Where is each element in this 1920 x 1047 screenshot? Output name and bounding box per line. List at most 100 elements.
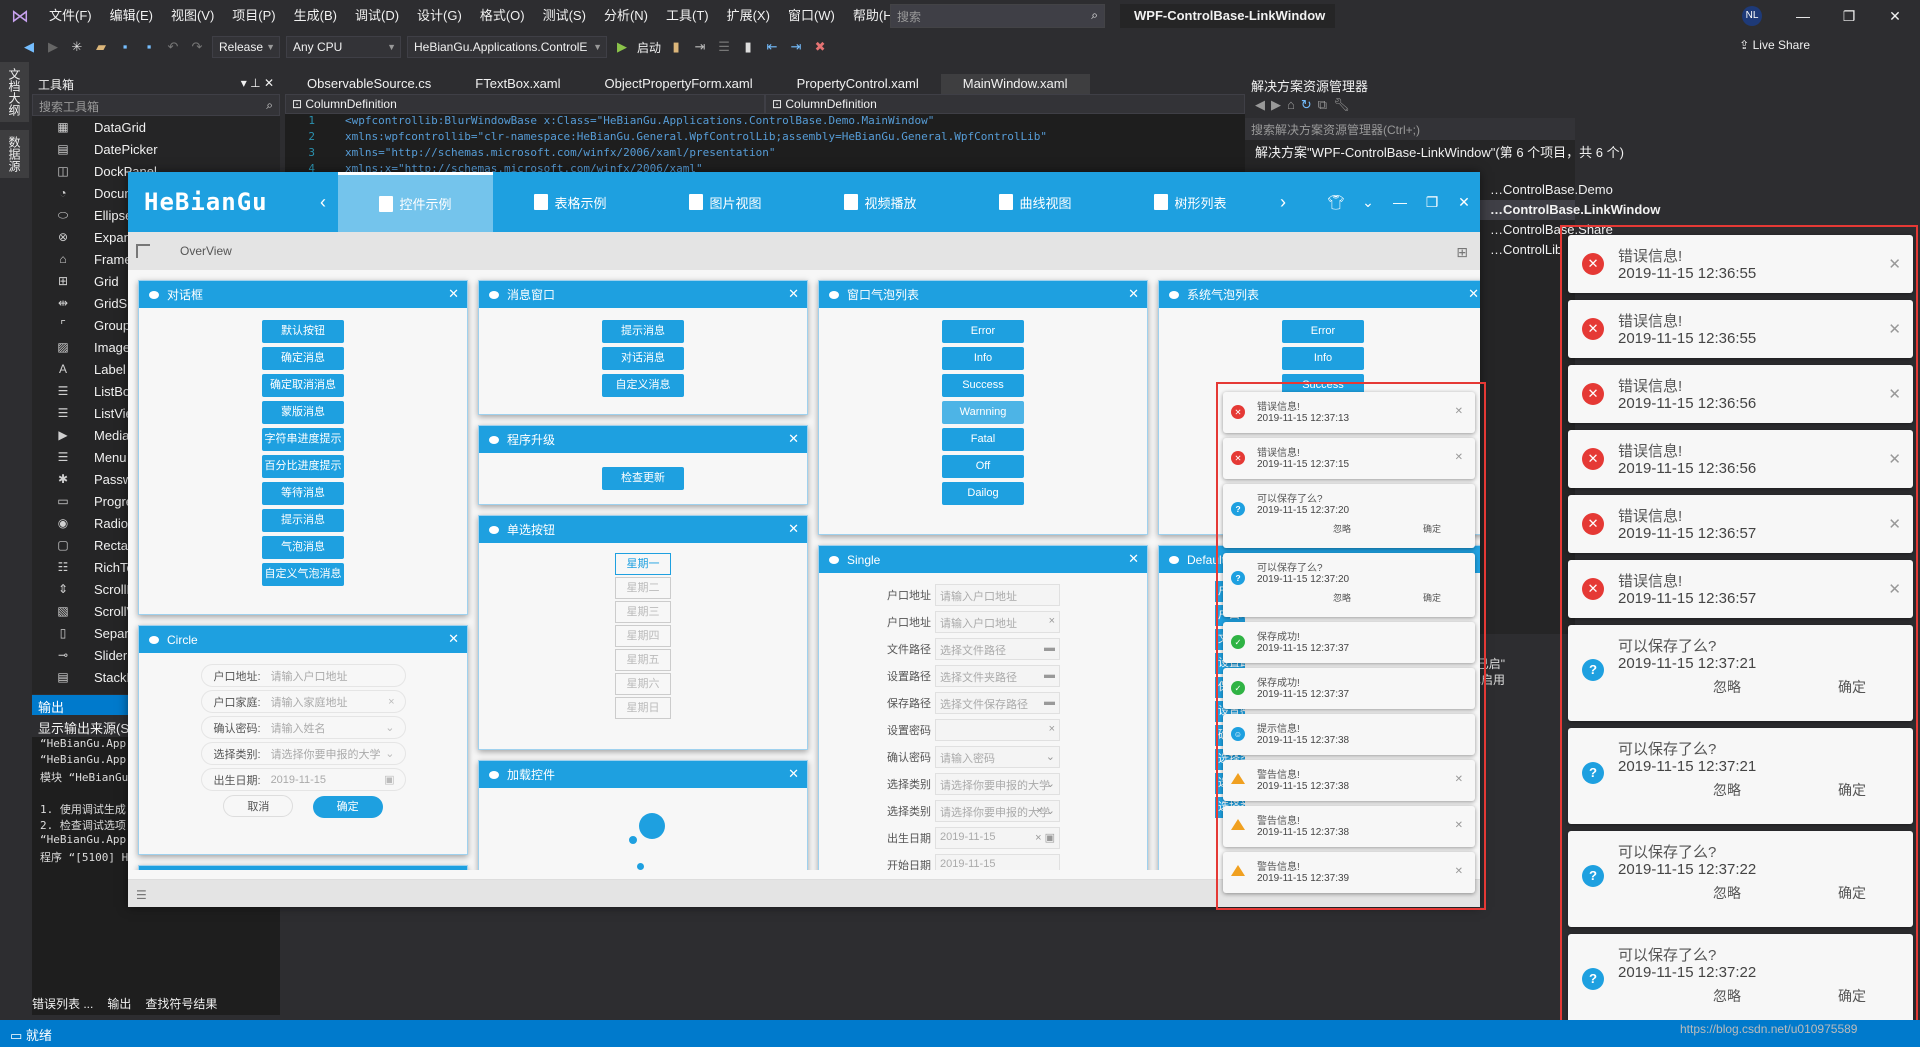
weekday-radio[interactable]: 星期五	[615, 649, 671, 671]
notification-close-icon[interactable]: ✕	[1455, 406, 1463, 417]
action-button[interactable]: 确定取消消息	[262, 374, 344, 397]
action-button[interactable]: 等待消息	[262, 482, 344, 505]
circle-field[interactable]: 确认密码: 请输入姓名 ⌄	[200, 716, 406, 739]
notification-close-icon[interactable]: ✕	[1455, 452, 1463, 463]
bottom-tab[interactable]: 错误列表 ...	[32, 995, 93, 1017]
solution-search-input[interactable]: 搜索解决方案资源管理器(Ctrl+;)	[1245, 118, 1575, 140]
action-button[interactable]: Dailog	[942, 482, 1024, 505]
field-tail-icon[interactable]: ▣	[384, 773, 394, 786]
field-tail-icon[interactable]: ▬	[1044, 696, 1055, 708]
field-tail-icon[interactable]: ⌄	[385, 747, 394, 760]
notification-close-icon[interactable]: ✕	[1888, 580, 1901, 598]
confirm-button[interactable]: 确定	[1423, 591, 1441, 604]
chevron-down-icon[interactable]: ⌄	[1352, 194, 1384, 211]
cancel-button[interactable]: 取消	[223, 795, 294, 817]
save-icon[interactable]: ▪	[116, 38, 134, 56]
ignore-button[interactable]: 忽略	[1713, 780, 1741, 800]
save-all-icon[interactable]: ▪	[140, 38, 158, 56]
notification-close-icon[interactable]: ✕	[1888, 385, 1901, 403]
ignore-button[interactable]: 忽略	[1713, 883, 1741, 903]
circle-field[interactable]: 户口地址: 请输入户口地址	[200, 664, 406, 687]
circle-field[interactable]: 出生日期: 2019-11-15 ▣	[200, 768, 406, 791]
card-close-icon[interactable]: ✕	[788, 766, 799, 782]
notification-close-icon[interactable]: ✕	[1888, 450, 1901, 468]
tabs-prev-button[interactable]: ‹	[308, 192, 338, 213]
bookmark-icon[interactable]: ▮	[739, 38, 757, 56]
app-tab[interactable]: 图片视图	[648, 172, 803, 232]
back-icon[interactable]: ◀	[20, 38, 38, 56]
action-button[interactable]: 字符串进度提示	[262, 428, 344, 451]
start-icon[interactable]: ▶	[613, 38, 631, 56]
action-button[interactable]: Info	[1282, 347, 1364, 370]
card-close-icon[interactable]: ✕	[448, 286, 459, 302]
action-button[interactable]: 确定消息	[262, 347, 344, 370]
app-tab[interactable]: 视频播放	[803, 172, 958, 232]
action-button[interactable]: Fatal	[942, 428, 1024, 451]
toolbox-search-input[interactable]: 搜索工具箱 ⌕	[32, 94, 280, 116]
text-field[interactable]: 请输入户口地址 ×	[935, 610, 1060, 633]
back-icon[interactable]: ◀	[1255, 97, 1271, 112]
weekday-radio[interactable]: 星期二	[615, 577, 671, 599]
user-avatar[interactable]: NL	[1742, 6, 1762, 26]
next-bookmark-icon[interactable]: ⇥	[787, 38, 805, 56]
notification-close-icon[interactable]: ✕	[1455, 866, 1463, 877]
app-tab[interactable]: 曲线视图	[958, 172, 1113, 232]
minimize-button[interactable]: —	[1780, 0, 1826, 32]
confirm-button[interactable]: 确定	[1838, 986, 1866, 1006]
action-button[interactable]: 提示消息	[262, 509, 344, 532]
menu-item[interactable]: 编辑(E)	[101, 0, 162, 32]
undo-icon[interactable]: ↶	[164, 38, 182, 56]
solution-item[interactable]: …ControlBase.Demo	[1480, 180, 1613, 200]
member-nav-dropdown[interactable]: ⊡ ColumnDefinition	[765, 94, 1245, 114]
home-icon[interactable]: ⌂	[1287, 97, 1301, 112]
editor-tab[interactable]: PropertyControl.xaml	[775, 74, 941, 94]
weekday-radio[interactable]: 星期一	[615, 553, 671, 575]
field-tail-icon[interactable]: × ⌄	[1036, 804, 1055, 817]
field-tail-icon[interactable]: ×	[1049, 615, 1055, 627]
ignore-button[interactable]: 忽略	[1713, 677, 1741, 697]
notification-close-icon[interactable]: ✕	[1455, 820, 1463, 831]
maximize-button[interactable]: ❐	[1826, 0, 1872, 32]
code-area[interactable]: 1 <wpfcontrollib:BlurWindowBase x:Class="…	[285, 114, 1245, 178]
overview-label[interactable]: OverView	[180, 244, 232, 258]
bottom-tab[interactable]: 输出	[107, 995, 131, 1017]
action-button[interactable]: 自定义气泡消息	[262, 563, 344, 586]
weekday-radio[interactable]: 星期日	[615, 697, 671, 719]
prev-bookmark-icon[interactable]: ⇤	[763, 38, 781, 56]
menu-item[interactable]: 调试(D)	[346, 0, 408, 32]
start-button[interactable]: 启动	[637, 39, 661, 56]
circle-field[interactable]: 户口家庭: 请输入家庭地址 ×	[200, 690, 406, 713]
confirm-button[interactable]: 确定	[1838, 883, 1866, 903]
weekday-radio[interactable]: 星期三	[615, 601, 671, 623]
menu-item[interactable]: 生成(B)	[285, 0, 346, 32]
notification-close-icon[interactable]: ✕	[1888, 320, 1901, 338]
menu-item[interactable]: 窗口(W)	[779, 0, 844, 32]
field-tail-icon[interactable]: × ▣	[1035, 831, 1055, 844]
action-button[interactable]: 提示消息	[602, 320, 684, 343]
action-button[interactable]: Error	[1282, 320, 1364, 343]
menu-item[interactable]: 项目(P)	[223, 0, 284, 32]
side-tab[interactable]: 数据源	[0, 130, 29, 178]
open-icon[interactable]: ▰	[92, 38, 110, 56]
solution-item[interactable]: …ControlBase.LinkWindow	[1480, 200, 1660, 220]
field-tail-icon[interactable]: ⌄	[385, 721, 394, 734]
forward-icon[interactable]: ▶	[44, 38, 62, 56]
menu-item[interactable]: 设计(G)	[408, 0, 471, 32]
configuration-select[interactable]: Release ▼	[212, 36, 280, 58]
weekday-radio[interactable]: 星期六	[615, 673, 671, 695]
confirm-button[interactable]: 确定	[312, 796, 383, 818]
confirm-button[interactable]: 确定	[1838, 677, 1866, 697]
circle-field[interactable]: 选择类别: 请选择你要申报的大学 ⌄	[200, 742, 406, 765]
redo-icon[interactable]: ↷	[188, 38, 206, 56]
app-tab[interactable]: 控件示例	[338, 172, 493, 232]
action-button[interactable]: 蒙版消息	[262, 401, 344, 424]
layout-icon[interactable]	[136, 244, 150, 258]
clear-bookmarks-icon[interactable]: ✖	[811, 38, 829, 56]
card-close-icon[interactable]: ✕	[788, 431, 799, 447]
ignore-button[interactable]: 忽略	[1713, 986, 1741, 1006]
tabs-next-button[interactable]: ›	[1268, 192, 1298, 213]
side-tab[interactable]: 文档大纲	[0, 62, 29, 122]
close-button[interactable]: ✕	[1872, 0, 1918, 32]
comment-icon[interactable]: ☰	[715, 38, 733, 56]
app-maximize-button[interactable]: ❐	[1416, 194, 1448, 211]
